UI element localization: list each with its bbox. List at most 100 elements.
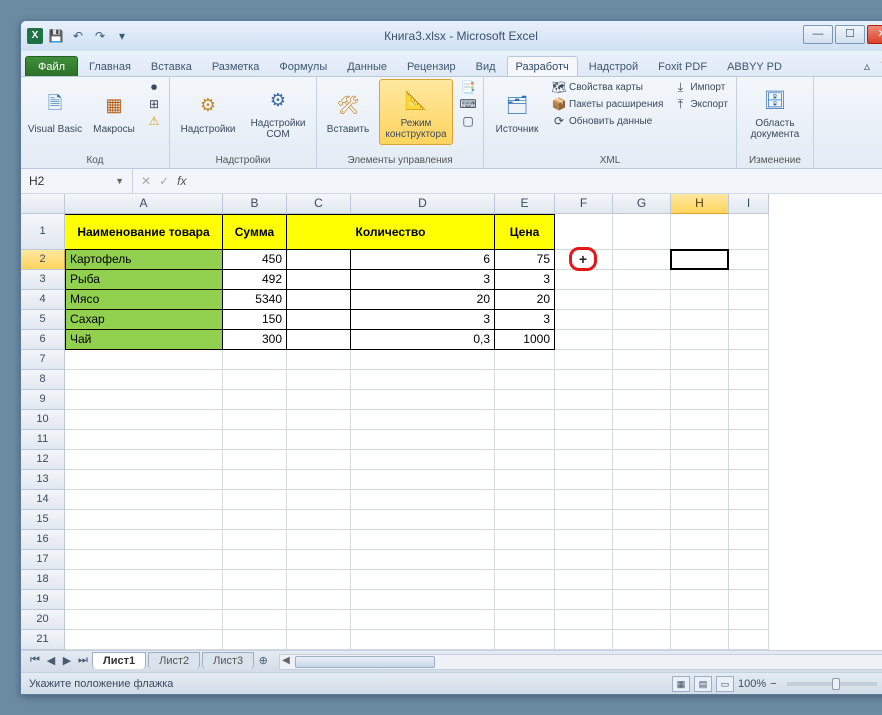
tab-abbyy[interactable]: ABBYY PD [718, 56, 791, 76]
cell[interactable] [613, 390, 671, 410]
cell[interactable] [613, 350, 671, 370]
cell[interactable] [555, 310, 613, 330]
cell[interactable] [729, 270, 769, 290]
sheet-tab-3[interactable]: Лист3 [202, 652, 254, 669]
relative-refs-button[interactable]: ⊞ [145, 96, 163, 112]
cell[interactable] [671, 610, 729, 630]
view-break-button[interactable]: ▭ [716, 676, 734, 692]
row-header-6[interactable]: 6 [21, 330, 65, 350]
cell[interactable] [555, 250, 613, 270]
cell[interactable]: 6 [351, 250, 495, 270]
tab-developer[interactable]: Разработч [507, 56, 578, 76]
cell[interactable] [613, 430, 671, 450]
cell[interactable] [729, 410, 769, 430]
cell[interactable] [351, 450, 495, 470]
zoom-thumb[interactable] [832, 678, 840, 690]
cell[interactable] [729, 530, 769, 550]
cell[interactable] [671, 450, 729, 470]
cell[interactable] [65, 350, 223, 370]
design-mode-button[interactable]: 📐 Режим конструктора [379, 79, 453, 145]
expansion-packs-button[interactable]: 📦Пакеты расширения [550, 96, 665, 112]
cell[interactable] [613, 450, 671, 470]
tab-review[interactable]: Рецензир [398, 56, 465, 76]
cell[interactable] [351, 390, 495, 410]
run-dialog-button[interactable]: ▢ [459, 113, 477, 129]
cell[interactable] [351, 550, 495, 570]
cell[interactable] [287, 290, 351, 310]
minimize-button[interactable]: — [803, 25, 833, 44]
cell[interactable] [613, 290, 671, 310]
record-macro-button[interactable]: ⏺ [145, 79, 163, 95]
cell[interactable] [65, 490, 223, 510]
tab-data[interactable]: Данные [338, 56, 396, 76]
column-header-E[interactable]: E [495, 194, 555, 214]
cell[interactable] [729, 550, 769, 570]
cell[interactable]: 75 [495, 250, 555, 270]
cell[interactable] [555, 530, 613, 550]
cell[interactable] [495, 530, 555, 550]
cell[interactable] [65, 370, 223, 390]
row-header-15[interactable]: 15 [21, 510, 65, 530]
cell[interactable] [729, 330, 769, 350]
tab-file[interactable]: Файл [25, 56, 78, 76]
cell[interactable] [287, 430, 351, 450]
spreadsheet-grid[interactable]: ABCDEFGHI 123456789101112131415161718192… [21, 194, 882, 650]
column-header-D[interactable]: D [351, 194, 495, 214]
cell[interactable] [671, 470, 729, 490]
row-header-14[interactable]: 14 [21, 490, 65, 510]
cell[interactable] [351, 630, 495, 650]
cell[interactable] [729, 310, 769, 330]
import-button[interactable]: ⤓Импорт [671, 79, 730, 95]
row-header-19[interactable]: 19 [21, 590, 65, 610]
cell[interactable] [223, 390, 287, 410]
cell[interactable] [555, 290, 613, 310]
cell[interactable] [671, 490, 729, 510]
qat-save[interactable]: 💾 [47, 27, 65, 45]
cell[interactable] [613, 470, 671, 490]
fx-icon[interactable]: fx [177, 174, 186, 188]
cell[interactable]: 5340 [223, 290, 287, 310]
column-header-C[interactable]: C [287, 194, 351, 214]
namebox-dropdown-icon[interactable]: ▼ [115, 176, 124, 186]
cell[interactable] [351, 470, 495, 490]
cell[interactable]: 3 [495, 270, 555, 290]
cell[interactable] [495, 390, 555, 410]
cell[interactable] [671, 350, 729, 370]
row-header-10[interactable]: 10 [21, 410, 65, 430]
cell[interactable] [729, 630, 769, 650]
cell[interactable] [287, 370, 351, 390]
sheet-add-button[interactable]: ⊕ [255, 654, 271, 670]
cell[interactable] [351, 490, 495, 510]
cell[interactable] [287, 270, 351, 290]
cell[interactable] [671, 570, 729, 590]
cell[interactable] [351, 610, 495, 630]
cell[interactable] [287, 310, 351, 330]
cell[interactable] [287, 510, 351, 530]
name-box[interactable]: H2▼ [21, 169, 133, 193]
cell[interactable] [495, 410, 555, 430]
row-header-5[interactable]: 5 [21, 310, 65, 330]
cell[interactable] [495, 570, 555, 590]
row-header-13[interactable]: 13 [21, 470, 65, 490]
cell[interactable] [287, 450, 351, 470]
cell[interactable] [729, 610, 769, 630]
tab-layout[interactable]: Разметка [203, 56, 269, 76]
cell[interactable] [351, 510, 495, 530]
cell[interactable] [495, 630, 555, 650]
row-header-21[interactable]: 21 [21, 630, 65, 650]
cell[interactable] [555, 430, 613, 450]
cell[interactable]: 20 [495, 290, 555, 310]
cell[interactable] [223, 350, 287, 370]
cell[interactable] [287, 590, 351, 610]
cell[interactable] [495, 550, 555, 570]
cell[interactable] [671, 370, 729, 390]
cell[interactable] [351, 410, 495, 430]
cell[interactable] [223, 490, 287, 510]
zoom-percent[interactable]: 100% [738, 678, 766, 690]
cell[interactable] [223, 610, 287, 630]
cell[interactable]: Сахар [65, 310, 223, 330]
map-properties-button[interactable]: 🗺Свойства карты [550, 79, 665, 95]
column-header-I[interactable]: I [729, 194, 769, 214]
sheet-tab-1[interactable]: Лист1 [92, 652, 146, 669]
cell[interactable] [65, 410, 223, 430]
